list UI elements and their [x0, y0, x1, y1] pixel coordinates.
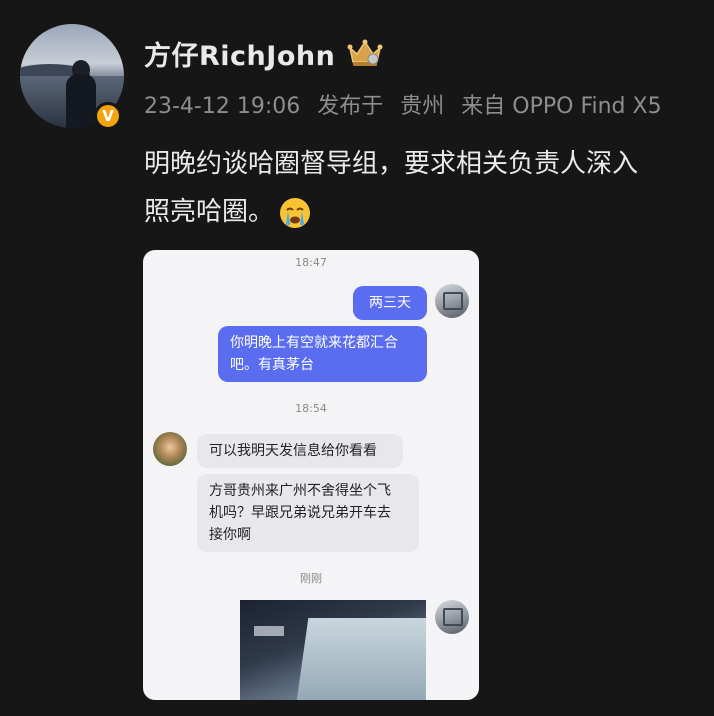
- chat-bubble-incoming-2-line2: 机吗？早跟兄弟说兄弟开车去: [209, 505, 391, 521]
- chat-image-message[interactable]: [240, 600, 426, 700]
- post-text: 明晚约谈哈圈督导组，要求相关负责人深入 照亮哈圈。: [144, 140, 714, 236]
- author-name[interactable]: 方仔RichJohn: [144, 34, 335, 73]
- post-location: 贵州: [400, 94, 445, 119]
- post-text-line2: 照亮哈圈。: [144, 197, 275, 227]
- chat-bubble-outgoing-2-line2: 吧。有真茅台: [230, 357, 314, 373]
- post-text-line2-wrap: 照亮哈圈。: [144, 188, 714, 236]
- avatar-person: [66, 74, 96, 128]
- crying-face-icon: [280, 197, 311, 228]
- chat-bubble-incoming-2-line3: 接你啊: [209, 527, 251, 543]
- post-text-line1: 明晚约谈哈圈督导组，要求相关负责人深入: [144, 149, 639, 179]
- self-avatar-2: [435, 600, 469, 634]
- chat-time-3: 刚刚: [300, 572, 322, 585]
- contact-avatar: [153, 432, 187, 466]
- chat-bubble-incoming-2: 方哥贵州来广州不舍得坐个飞 机吗？早跟兄弟说兄弟开车去 接你啊: [197, 474, 419, 552]
- self-avatar-1: [435, 284, 469, 318]
- chat-bubble-outgoing-1: 两三天: [353, 286, 427, 320]
- chat-bubble-outgoing-2: 你明晚上有空就来花都汇合 吧。有真茅台: [218, 326, 427, 382]
- post-source: 来自 OPPO Find X5: [461, 94, 662, 119]
- verified-badge-icon: V: [94, 102, 122, 130]
- weibo-post: V 方仔RichJohn 23-4-12 19:06 发布于 贵州 来自 OPP…: [0, 0, 714, 716]
- chat-bubble-incoming-2-line1: 方哥贵州来广州不舍得坐个飞: [209, 483, 391, 499]
- post-meta: 23-4-12 19:06 发布于 贵州 来自 OPPO Find X5: [144, 88, 672, 120]
- post-timestamp[interactable]: 23-4-12 19:06: [144, 94, 300, 119]
- chat-time-2: 18:54: [295, 402, 327, 415]
- chat-time-1: 18:47: [295, 256, 327, 269]
- crown-badge-icon[interactable]: [346, 38, 384, 68]
- photo-sign: [254, 626, 284, 636]
- chat-bubble-outgoing-2-line1: 你明晚上有空就来花都汇合: [230, 335, 398, 351]
- photo-window: [295, 618, 426, 700]
- chat-screenshot[interactable]: 18:47 两三天 你明晚上有空就来花都汇合 吧。有真茅台 18:54 可以我明…: [143, 250, 479, 700]
- chat-bubble-incoming-1: 可以我明天发信息给你看看: [197, 434, 403, 468]
- published-label: 发布于: [317, 94, 384, 119]
